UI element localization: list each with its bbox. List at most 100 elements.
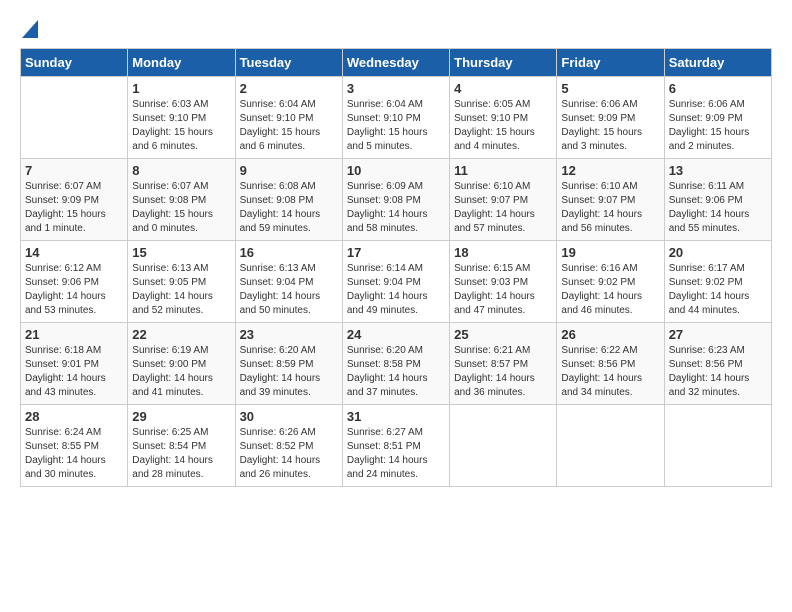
day-number: 12 xyxy=(561,163,659,178)
day-cell: 15Sunrise: 6:13 AMSunset: 9:05 PMDayligh… xyxy=(128,241,235,323)
week-row-1: 1 Sunrise: 6:03 AMSunset: 9:10 PMDaylight… xyxy=(21,77,772,159)
day-number: 23 xyxy=(240,327,338,342)
header-cell-tuesday: Tuesday xyxy=(235,49,342,77)
day-cell: 1 Sunrise: 6:03 AMSunset: 9:10 PMDaylight… xyxy=(128,77,235,159)
day-number: 2 xyxy=(240,81,338,96)
day-info: Sunrise: 6:06 AMSunset: 9:09 PMDaylight:… xyxy=(669,99,750,152)
week-row-3: 14 Sunrise: 6:12 AMSunset: 9:06 PMDayligh… xyxy=(21,241,772,323)
day-info: Sunrise: 6:22 AMSunset: 8:56 PMDaylight:… xyxy=(561,345,642,398)
header-cell-saturday: Saturday xyxy=(664,49,771,77)
header-row: SundayMondayTuesdayWednesdayThursdayFrid… xyxy=(21,49,772,77)
day-number: 7 xyxy=(25,163,123,178)
header-cell-wednesday: Wednesday xyxy=(342,49,449,77)
day-info: Sunrise: 6:10 AMSunset: 9:07 PMDaylight:… xyxy=(561,181,642,234)
day-cell: 7Sunrise: 6:07 AMSunset: 9:09 PMDaylight… xyxy=(21,159,128,241)
day-number: 8 xyxy=(132,163,230,178)
day-cell: 24 Sunrise: 6:20 AMSunset: 8:58 PMDayligh… xyxy=(342,323,449,405)
day-info: Sunrise: 6:27 AMSunset: 8:51 PMDaylight:… xyxy=(347,427,428,480)
day-number: 5 xyxy=(561,81,659,96)
day-cell: 5 Sunrise: 6:06 AMSunset: 9:09 PMDaylight… xyxy=(557,77,664,159)
day-cell: 12 Sunrise: 6:10 AMSunset: 9:07 PMDayligh… xyxy=(557,159,664,241)
day-info: Sunrise: 6:03 AMSunset: 9:10 PMDaylight:… xyxy=(132,99,213,152)
day-info: Sunrise: 6:09 AMSunset: 9:08 PMDaylight:… xyxy=(347,181,428,234)
day-number: 11 xyxy=(454,163,552,178)
day-number: 22 xyxy=(132,327,230,342)
day-cell: 18 Sunrise: 6:15 AMSunset: 9:03 PMDayligh… xyxy=(450,241,557,323)
calendar-body: 1 Sunrise: 6:03 AMSunset: 9:10 PMDaylight… xyxy=(21,77,772,487)
day-cell xyxy=(557,405,664,487)
day-cell: 6 Sunrise: 6:06 AMSunset: 9:09 PMDaylight… xyxy=(664,77,771,159)
day-cell: 3 Sunrise: 6:04 AMSunset: 9:10 PMDaylight… xyxy=(342,77,449,159)
day-cell: 23 Sunrise: 6:20 AMSunset: 8:59 PMDayligh… xyxy=(235,323,342,405)
day-cell xyxy=(450,405,557,487)
day-cell: 19 Sunrise: 6:16 AMSunset: 9:02 PMDayligh… xyxy=(557,241,664,323)
day-cell xyxy=(664,405,771,487)
day-number: 27 xyxy=(669,327,767,342)
header-cell-friday: Friday xyxy=(557,49,664,77)
day-info: Sunrise: 6:10 AMSunset: 9:07 PMDaylight:… xyxy=(454,181,535,234)
day-cell: 25 Sunrise: 6:21 AMSunset: 8:57 PMDayligh… xyxy=(450,323,557,405)
logo-icon xyxy=(22,20,38,38)
week-row-5: 28 Sunrise: 6:24 AMSunset: 8:55 PMDayligh… xyxy=(21,405,772,487)
day-info: Sunrise: 6:08 AMSunset: 9:08 PMDaylight:… xyxy=(240,181,321,234)
day-number: 17 xyxy=(347,245,445,260)
day-info: Sunrise: 6:20 AMSunset: 8:58 PMDaylight:… xyxy=(347,345,428,398)
day-number: 1 xyxy=(132,81,230,96)
day-number: 28 xyxy=(25,409,123,424)
day-number: 13 xyxy=(669,163,767,178)
day-info: Sunrise: 6:07 AMSunset: 9:08 PMDaylight:… xyxy=(132,181,213,234)
day-number: 21 xyxy=(25,327,123,342)
day-number: 3 xyxy=(347,81,445,96)
day-number: 30 xyxy=(240,409,338,424)
day-info: Sunrise: 6:05 AMSunset: 9:10 PMDaylight:… xyxy=(454,99,535,152)
day-cell: 27Sunrise: 6:23 AMSunset: 8:56 PMDayligh… xyxy=(664,323,771,405)
day-info: Sunrise: 6:06 AMSunset: 9:09 PMDaylight:… xyxy=(561,99,642,152)
header-cell-sunday: Sunday xyxy=(21,49,128,77)
day-cell: 29Sunrise: 6:25 AMSunset: 8:54 PMDayligh… xyxy=(128,405,235,487)
day-info: Sunrise: 6:18 AMSunset: 9:01 PMDaylight:… xyxy=(25,345,106,398)
week-row-2: 7Sunrise: 6:07 AMSunset: 9:09 PMDaylight… xyxy=(21,159,772,241)
day-cell: 11 Sunrise: 6:10 AMSunset: 9:07 PMDayligh… xyxy=(450,159,557,241)
day-info: Sunrise: 6:15 AMSunset: 9:03 PMDaylight:… xyxy=(454,263,535,316)
day-info: Sunrise: 6:11 AMSunset: 9:06 PMDaylight:… xyxy=(669,181,750,234)
day-cell xyxy=(21,77,128,159)
day-cell: 30Sunrise: 6:26 AMSunset: 8:52 PMDayligh… xyxy=(235,405,342,487)
day-cell: 8 Sunrise: 6:07 AMSunset: 9:08 PMDaylight… xyxy=(128,159,235,241)
day-info: Sunrise: 6:16 AMSunset: 9:02 PMDaylight:… xyxy=(561,263,642,316)
day-number: 10 xyxy=(347,163,445,178)
logo xyxy=(20,20,38,38)
header-cell-monday: Monday xyxy=(128,49,235,77)
header-cell-thursday: Thursday xyxy=(450,49,557,77)
day-number: 14 xyxy=(25,245,123,260)
day-cell: 20Sunrise: 6:17 AMSunset: 9:02 PMDayligh… xyxy=(664,241,771,323)
day-info: Sunrise: 6:24 AMSunset: 8:55 PMDaylight:… xyxy=(25,427,106,480)
day-number: 25 xyxy=(454,327,552,342)
day-number: 6 xyxy=(669,81,767,96)
day-number: 24 xyxy=(347,327,445,342)
day-cell: 16Sunrise: 6:13 AMSunset: 9:04 PMDayligh… xyxy=(235,241,342,323)
day-cell: 28 Sunrise: 6:24 AMSunset: 8:55 PMDayligh… xyxy=(21,405,128,487)
day-number: 19 xyxy=(561,245,659,260)
day-number: 15 xyxy=(132,245,230,260)
day-info: Sunrise: 6:04 AMSunset: 9:10 PMDaylight:… xyxy=(347,99,428,152)
day-info: Sunrise: 6:20 AMSunset: 8:59 PMDaylight:… xyxy=(240,345,321,398)
day-info: Sunrise: 6:25 AMSunset: 8:54 PMDaylight:… xyxy=(132,427,213,480)
day-cell: 9 Sunrise: 6:08 AMSunset: 9:08 PMDaylight… xyxy=(235,159,342,241)
day-cell: 10 Sunrise: 6:09 AMSunset: 9:08 PMDayligh… xyxy=(342,159,449,241)
day-info: Sunrise: 6:17 AMSunset: 9:02 PMDaylight:… xyxy=(669,263,750,316)
day-info: Sunrise: 6:04 AMSunset: 9:10 PMDaylight:… xyxy=(240,99,321,152)
day-cell: 4Sunrise: 6:05 AMSunset: 9:10 PMDaylight… xyxy=(450,77,557,159)
day-info: Sunrise: 6:14 AMSunset: 9:04 PMDaylight:… xyxy=(347,263,428,316)
day-cell: 14 Sunrise: 6:12 AMSunset: 9:06 PMDayligh… xyxy=(21,241,128,323)
day-info: Sunrise: 6:12 AMSunset: 9:06 PMDaylight:… xyxy=(25,263,106,316)
page-header xyxy=(20,20,772,38)
day-cell: 26 Sunrise: 6:22 AMSunset: 8:56 PMDayligh… xyxy=(557,323,664,405)
calendar-table: SundayMondayTuesdayWednesdayThursdayFrid… xyxy=(20,48,772,487)
day-number: 18 xyxy=(454,245,552,260)
day-number: 9 xyxy=(240,163,338,178)
day-number: 26 xyxy=(561,327,659,342)
calendar-header: SundayMondayTuesdayWednesdayThursdayFrid… xyxy=(21,49,772,77)
day-cell: 17 Sunrise: 6:14 AMSunset: 9:04 PMDayligh… xyxy=(342,241,449,323)
day-cell: 31Sunrise: 6:27 AMSunset: 8:51 PMDayligh… xyxy=(342,405,449,487)
day-info: Sunrise: 6:21 AMSunset: 8:57 PMDaylight:… xyxy=(454,345,535,398)
